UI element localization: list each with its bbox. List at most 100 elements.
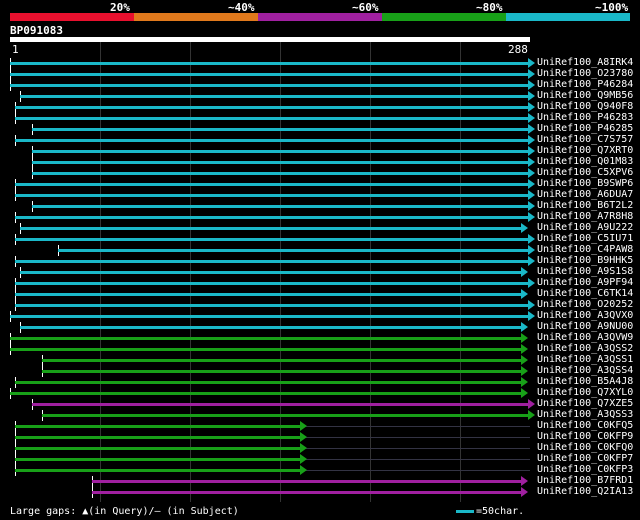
hit-name[interactable]: UniRef100_A9S1S8 [537,266,633,277]
hit-bar[interactable] [92,480,521,483]
hit-end-arrow-icon [528,102,535,112]
hit-bar[interactable] [10,84,528,87]
hit-bar[interactable] [42,370,521,373]
hit-name[interactable]: UniRef100_B9HHK5 [537,255,633,266]
hit-end-arrow-icon [300,454,307,464]
hit-name[interactable]: UniRef100_A8IRK4 [537,57,633,68]
hit-name[interactable]: UniRef100_Q01M83 [537,156,633,167]
hit-bar[interactable] [15,216,528,219]
query-start: 1 [12,43,19,56]
hit-bar[interactable] [15,106,528,109]
hit-name[interactable]: UniRef100_A3QSS1 [537,354,633,365]
hit-bar[interactable] [32,205,528,208]
hit-name[interactable]: UniRef100_A9U222 [537,222,633,233]
subject-extension [300,459,530,460]
hit-name[interactable]: UniRef100_B6T2L2 [537,200,633,211]
hit-bar[interactable] [32,128,528,131]
hit-bar[interactable] [20,227,521,230]
hit-name[interactable]: UniRef100_A9PF94 [537,277,633,288]
hit-bar[interactable] [15,304,528,307]
hit-bar[interactable] [15,436,300,439]
hit-bar[interactable] [10,73,528,76]
hit-end-arrow-icon [528,311,535,321]
scale-legend: =50char. [456,506,524,517]
hit-bar[interactable] [32,150,528,153]
hit-bar[interactable] [32,403,528,406]
hit-end-arrow-icon [528,190,535,200]
hit-bar[interactable] [42,359,521,362]
hit-name[interactable]: UniRef100_C4PAW8 [537,244,633,255]
hit-bar[interactable] [20,271,521,274]
hit-bar[interactable] [15,117,528,120]
hit-name[interactable]: UniRef100_P46284 [537,79,633,90]
hit-bar[interactable] [15,194,528,197]
hit-bar[interactable] [42,414,528,417]
legend-segment [134,13,258,21]
hit-name[interactable]: UniRef100_A3QSS4 [537,365,633,376]
hit-name[interactable]: UniRef100_C0KFQ5 [537,420,633,431]
hit-bar[interactable] [15,260,528,263]
hit-name[interactable]: UniRef100_B7FRD1 [537,475,633,486]
query-bar [10,37,530,42]
hit-name[interactable]: UniRef100_Q7XZE5 [537,398,633,409]
hit-bar[interactable] [32,172,528,175]
hit-name[interactable]: UniRef100_P46285 [537,123,633,134]
hit-name[interactable]: UniRef100_C0KFP7 [537,453,633,464]
hit-bar[interactable] [15,139,528,142]
hit-name[interactable]: UniRef100_C0KFP9 [537,431,633,442]
hit-name[interactable]: UniRef100_C7S757 [537,134,633,145]
hit-end-arrow-icon [300,432,307,442]
hit-bar[interactable] [15,458,300,461]
hit-bar[interactable] [20,95,528,98]
hit-bar[interactable] [20,326,521,329]
hit-bar[interactable] [32,161,528,164]
hit-name[interactable]: UniRef100_A3QVW9 [537,332,633,343]
hit-bar[interactable] [15,381,521,384]
hit-name[interactable]: UniRef100_C0KFP3 [537,464,633,475]
hit-end-arrow-icon [528,135,535,145]
hit-bar[interactable] [10,62,528,65]
legend-label: ~60% [352,1,379,14]
hit-name[interactable]: UniRef100_A3QSS2 [537,343,633,354]
hit-bar[interactable] [10,392,521,395]
hit-name[interactable]: UniRef100_A7R8H8 [537,211,633,222]
hit-name[interactable]: UniRef100_Q9MB56 [537,90,633,101]
hit-name[interactable]: UniRef100_C6TK14 [537,288,633,299]
hit-bar[interactable] [15,293,521,296]
hit-name[interactable]: UniRef100_O20252 [537,299,633,310]
hit-name[interactable]: UniRef100_Q7XRT0 [537,145,633,156]
hit-name[interactable]: UniRef100_C5IU71 [537,233,633,244]
hit-name[interactable]: UniRef100_Q940F8 [537,101,633,112]
hit-end-arrow-icon [521,322,528,332]
hit-end-arrow-icon [528,168,535,178]
hit-bar[interactable] [15,447,300,450]
hit-name[interactable]: UniRef100_O23780 [537,68,633,79]
hit-bar[interactable] [10,348,521,351]
legend-label: ~80% [476,1,503,14]
hit-bar[interactable] [15,183,528,186]
hit-bar[interactable] [92,491,521,494]
hit-bar[interactable] [10,315,528,318]
hit-name[interactable]: UniRef100_A6DUA7 [537,189,633,200]
hit-end-arrow-icon [521,476,528,486]
hit-name[interactable]: UniRef100_C0KFQ0 [537,442,633,453]
hit-bar[interactable] [15,282,528,285]
hit-bar[interactable] [15,425,300,428]
hit-name[interactable]: UniRef100_A3QVX0 [537,310,633,321]
hit-name[interactable]: UniRef100_P46283 [537,112,633,123]
hit-name[interactable]: UniRef100_B5A4J8 [537,376,633,387]
hit-end-arrow-icon [521,355,528,365]
hit-bar[interactable] [10,337,521,340]
hit-name[interactable]: UniRef100_Q7XYL0 [537,387,633,398]
hit-bar[interactable] [15,238,528,241]
hit-name[interactable]: UniRef100_B9SWP6 [537,178,633,189]
hit-bar[interactable] [58,249,528,252]
hit-name[interactable]: UniRef100_A3QSS3 [537,409,633,420]
hit-end-arrow-icon [528,157,535,167]
hit-name[interactable]: UniRef100_C5XPV6 [537,167,633,178]
hit-end-arrow-icon [521,388,528,398]
hit-bar[interactable] [15,469,300,472]
hit-row[interactable]: UniRef100_Q2IA13 [0,486,640,498]
hit-name[interactable]: UniRef100_A9NU00 [537,321,633,332]
hit-name[interactable]: UniRef100_Q2IA13 [537,486,633,497]
